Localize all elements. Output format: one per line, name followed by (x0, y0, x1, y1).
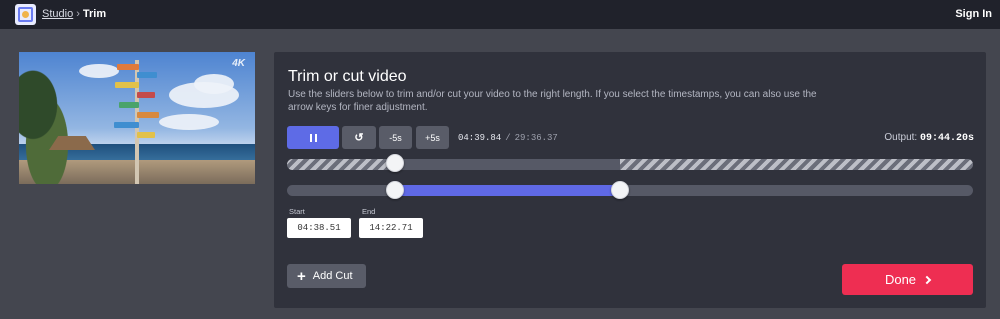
add-cut-label: Add Cut (312, 270, 353, 282)
replay-icon: ↺ (354, 132, 364, 144)
output-label: Output: (884, 132, 918, 143)
time-separator: / (505, 133, 511, 143)
rewind-5s-button[interactable]: -5s (379, 126, 412, 149)
top-bar: Studio › Trim Sign In (0, 0, 1000, 29)
video-thumbnail: 4K (19, 52, 255, 184)
start-label: Start (289, 207, 305, 216)
pause-icon (309, 133, 317, 142)
trim-panel: Trim or cut video Use the sliders below … (274, 52, 986, 308)
breadcrumb-studio-link[interactable]: Studio (42, 8, 73, 20)
end-time-field[interactable]: 14:22.71 (359, 218, 423, 238)
4k-badge: 4K (232, 58, 245, 69)
start-time-field[interactable]: 04:38.51 (287, 218, 351, 238)
breadcrumb-separator: › (76, 8, 80, 20)
output-duration: Output: 09:44.20s (884, 132, 974, 144)
trimmed-region-right (620, 159, 973, 170)
studio-logo[interactable] (15, 4, 36, 25)
trim-end-handle[interactable] (611, 181, 629, 199)
done-label: Done (884, 272, 917, 287)
breadcrumb: Studio › Trim (42, 8, 106, 20)
output-value: 09:44.20s (919, 133, 974, 144)
forward-5s-button[interactable]: +5s (416, 126, 449, 149)
sign-in-link[interactable]: Sign In (955, 8, 992, 20)
total-duration: 29:36.37 (514, 133, 558, 143)
time-readout: 04:39.84/29:36.37 (458, 133, 558, 143)
done-button[interactable]: Done (842, 264, 973, 295)
pause-button[interactable] (287, 126, 339, 149)
end-label: End (362, 207, 376, 216)
add-cut-button[interactable]: + Add Cut (287, 264, 366, 288)
replay-button[interactable]: ↺ (342, 126, 376, 149)
chevron-right-icon (922, 275, 932, 285)
current-time: 04:39.84 (458, 133, 502, 143)
breadcrumb-current: Trim (82, 8, 107, 20)
page-title: Trim or cut video (288, 68, 407, 85)
selected-range (395, 185, 620, 196)
instructions-text: Use the sliders below to trim and/or cut… (288, 89, 817, 113)
playhead-handle[interactable] (386, 154, 404, 172)
trim-start-handle[interactable] (386, 181, 404, 199)
trimmed-region-left (287, 159, 395, 170)
plus-icon: + (297, 267, 306, 285)
